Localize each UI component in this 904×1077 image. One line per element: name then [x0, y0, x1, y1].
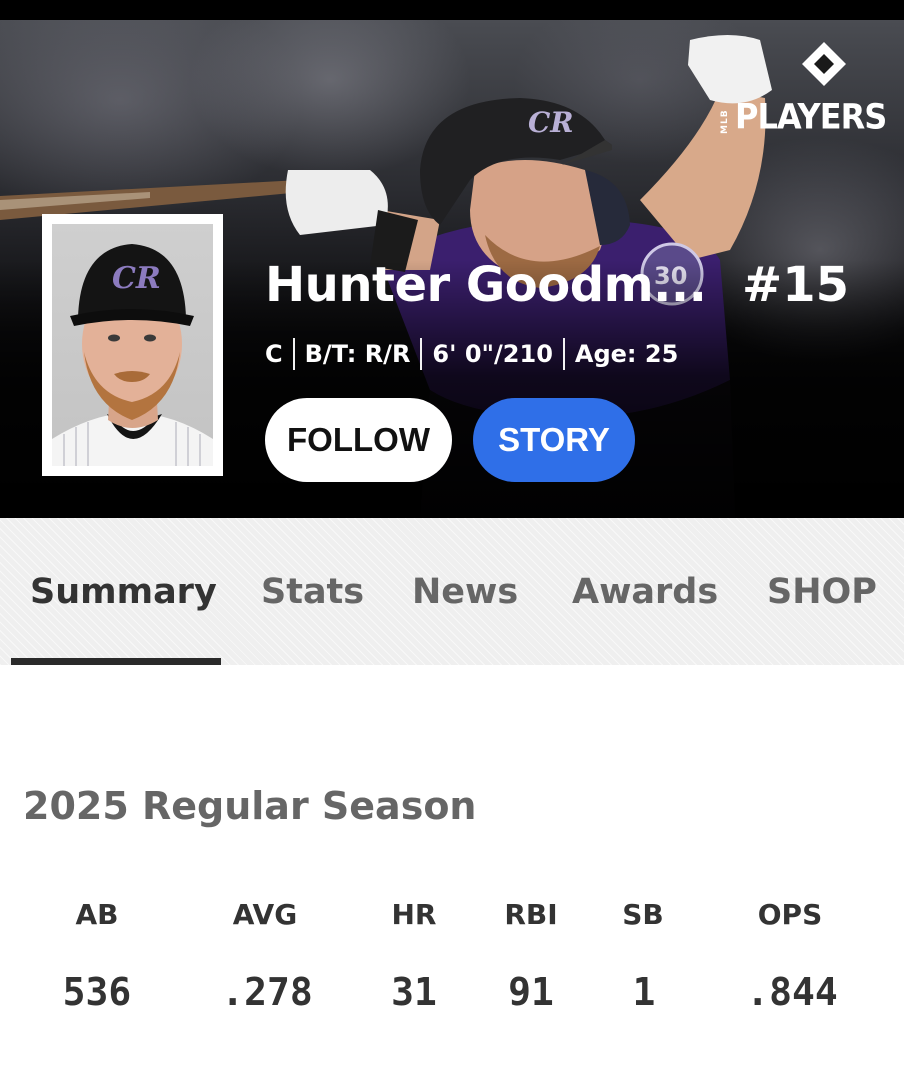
- jersey-number: #15: [742, 257, 850, 313]
- tab-summary[interactable]: Summary: [30, 568, 217, 616]
- bio-divider: [562, 338, 565, 370]
- players-diamond-icon: [802, 42, 846, 86]
- players-wordmark: PLAYERS: [735, 96, 887, 138]
- season-title: 2025 Regular Season: [23, 784, 477, 828]
- mlb-players-logo: MLB PLAYERS: [720, 40, 890, 140]
- stat-label-sb: SB: [622, 898, 664, 931]
- status-bar: [0, 0, 904, 20]
- stat-value-avg: .278: [221, 970, 313, 1014]
- headshot-portrait-illustration: CR: [52, 244, 213, 466]
- svg-text:CR: CR: [528, 106, 574, 139]
- stat-value-ab: 536: [62, 970, 132, 1014]
- follow-button[interactable]: FOLLOW: [265, 398, 452, 482]
- stat-label-ab: AB: [75, 898, 119, 931]
- bio-age: Age: 25: [574, 340, 679, 368]
- tab-awards[interactable]: Awards: [572, 568, 718, 616]
- bio-divider: [420, 338, 423, 370]
- bio-bats-throws: B/T: R/R: [304, 340, 411, 368]
- player-name: Hunter Goodm...: [265, 257, 707, 313]
- stat-label-avg: AVG: [232, 898, 298, 931]
- mlb-wordmark: MLB: [720, 109, 730, 135]
- tab-news[interactable]: News: [412, 568, 518, 616]
- tab-shop[interactable]: SHOP: [767, 568, 877, 616]
- active-tab-indicator: [11, 658, 221, 665]
- stat-value-ops: .844: [746, 970, 838, 1014]
- bio-divider: [292, 338, 295, 370]
- tab-bar: Summary Stats News Awards SHOP: [0, 518, 904, 665]
- player-headshot: CR: [42, 214, 223, 476]
- player-bio-line: C B/T: R/R 6' 0"/210 Age: 25: [265, 337, 678, 371]
- svg-text:CR: CR: [112, 261, 161, 296]
- tab-stats[interactable]: Stats: [261, 568, 364, 616]
- bio-position: C: [265, 340, 283, 368]
- player-hero-banner: CR 30 MLB PLAYERS: [0, 0, 904, 518]
- story-button[interactable]: STORY: [473, 398, 635, 482]
- stat-value-sb: 1: [632, 970, 656, 1014]
- headshot-photo: CR: [52, 224, 213, 466]
- bio-height-weight: 6' 0"/210: [432, 340, 553, 368]
- stat-label-ops: OPS: [757, 898, 823, 931]
